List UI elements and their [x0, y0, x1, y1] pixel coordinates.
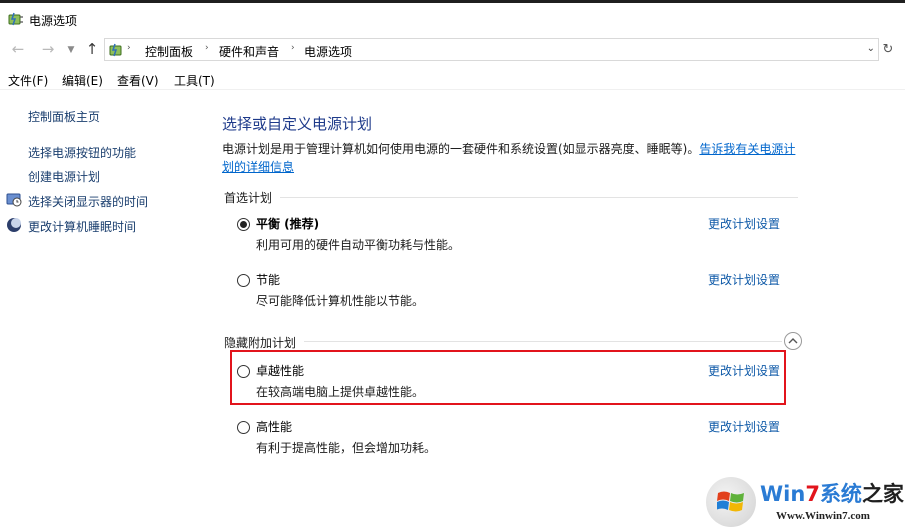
change-settings-link-ultimate[interactable]: 更改计划设置 — [708, 362, 780, 379]
window-title: 电源选项 — [29, 14, 78, 28]
radio-power-saver[interactable] — [237, 274, 250, 287]
plan-name-balanced: 平衡 (推荐) — [256, 217, 320, 231]
breadcrumb-separator-icon: › — [127, 43, 131, 53]
page-title: 选择或自定义电源计划 — [222, 115, 373, 133]
description-text: 电源计划是用于管理计算机如何使用电源的一套硬件和系统设置(如显示器亮度、睡眠等)… — [222, 142, 700, 156]
sidebar-control-panel-home[interactable]: 控制面板主页 — [28, 108, 100, 125]
plan-desc-ultimate-performance: 在较高端电脑上提供卓越性能。 — [256, 385, 425, 399]
collapse-chevron-up-icon[interactable] — [784, 332, 802, 350]
group-divider — [280, 197, 798, 198]
address-field[interactable]: › 控制面板 › 硬件和声音 › 电源选项 ⌄ — [104, 38, 879, 61]
menu-file[interactable]: 文件(F) — [8, 72, 48, 89]
plan-name-ultimate-performance: 卓越性能 — [256, 364, 305, 378]
windows-logo-icon — [706, 477, 756, 527]
recent-pages-chevron-icon[interactable]: ▼ — [63, 42, 79, 58]
breadcrumb-hardware-sound[interactable]: 硬件和声音 — [219, 43, 279, 60]
plan-name-power-saver: 节能 — [256, 273, 281, 287]
preferred-plans-label: 首选计划 — [224, 191, 273, 205]
up-arrow-icon[interactable]: ↑ — [84, 41, 100, 57]
address-dropdown-chevron-icon[interactable]: ⌄ — [867, 43, 875, 54]
display-timer-icon — [6, 192, 22, 208]
power-options-icon — [8, 11, 24, 30]
change-settings-link-high-performance[interactable]: 更改计划设置 — [708, 418, 780, 435]
plan-name-high-performance: 高性能 — [256, 420, 293, 434]
title-bar: 电源选项 — [0, 0, 905, 34]
plan-desc-high-performance: 有利于提高性能，但会增加功耗。 — [256, 441, 437, 455]
radio-high-performance[interactable] — [237, 421, 250, 434]
breadcrumb-control-panel[interactable]: 控制面板 — [145, 43, 193, 60]
hidden-plans-label: 隐藏附加计划 — [224, 336, 297, 350]
change-settings-link-balanced[interactable]: 更改计划设置 — [708, 215, 780, 232]
sidebar-item-create-plan[interactable]: 创建电源计划 — [28, 168, 100, 185]
sidebar-item-display-off-time[interactable]: 选择关闭显示器的时间 — [28, 193, 148, 210]
radio-balanced[interactable] — [237, 218, 250, 231]
breadcrumb-power-options[interactable]: 电源选项 — [304, 43, 352, 60]
menu-view[interactable]: 查看(V) — [117, 72, 159, 89]
breadcrumb-separator-icon: › — [205, 43, 209, 53]
navigation-bar: ← → ▼ ↑ › 控制面板 › 硬件和声音 › 电源选项 ⌄ ↻ — [0, 36, 905, 64]
sidebar-item-power-buttons[interactable]: 选择电源按钮的功能 — [28, 144, 136, 161]
menu-tools[interactable]: 工具(T) — [174, 72, 215, 89]
radio-ultimate-performance[interactable] — [237, 365, 250, 378]
refresh-icon[interactable]: ↻ — [880, 42, 896, 57]
menu-edit[interactable]: 编辑(E) — [62, 72, 103, 89]
breadcrumb-separator-icon: › — [291, 43, 295, 53]
control-panel-icon — [109, 42, 125, 61]
watermark-url: Www.Winwin7.com — [776, 510, 870, 522]
site-watermark: Win7系统之家 Www.Winwin7.com — [706, 474, 905, 528]
learn-more-link[interactable]: 告诉我有关电源计 — [699, 142, 795, 156]
menu-bar: 文件(F) 编辑(E) 查看(V) 工具(T) — [0, 68, 905, 90]
plan-desc-power-saver: 尽可能降低计算机性能以节能。 — [256, 294, 425, 308]
change-settings-link-power-saver[interactable]: 更改计划设置 — [708, 271, 780, 288]
forward-arrow-icon[interactable]: → — [40, 41, 56, 57]
watermark-brand: Win7系统之家 — [760, 482, 904, 506]
sidebar-item-sleep-time[interactable]: 更改计算机睡眠时间 — [28, 218, 136, 235]
back-arrow-icon[interactable]: ← — [10, 41, 26, 57]
plan-desc-balanced: 利用可用的硬件自动平衡功耗与性能。 — [256, 238, 461, 252]
learn-more-link-continued[interactable]: 划的详细信息 — [222, 160, 294, 174]
sleep-moon-icon — [6, 217, 22, 233]
page-description: 电源计划是用于管理计算机如何使用电源的一套硬件和系统设置(如显示器亮度、睡眠等)… — [222, 140, 800, 176]
group-divider — [304, 341, 782, 342]
